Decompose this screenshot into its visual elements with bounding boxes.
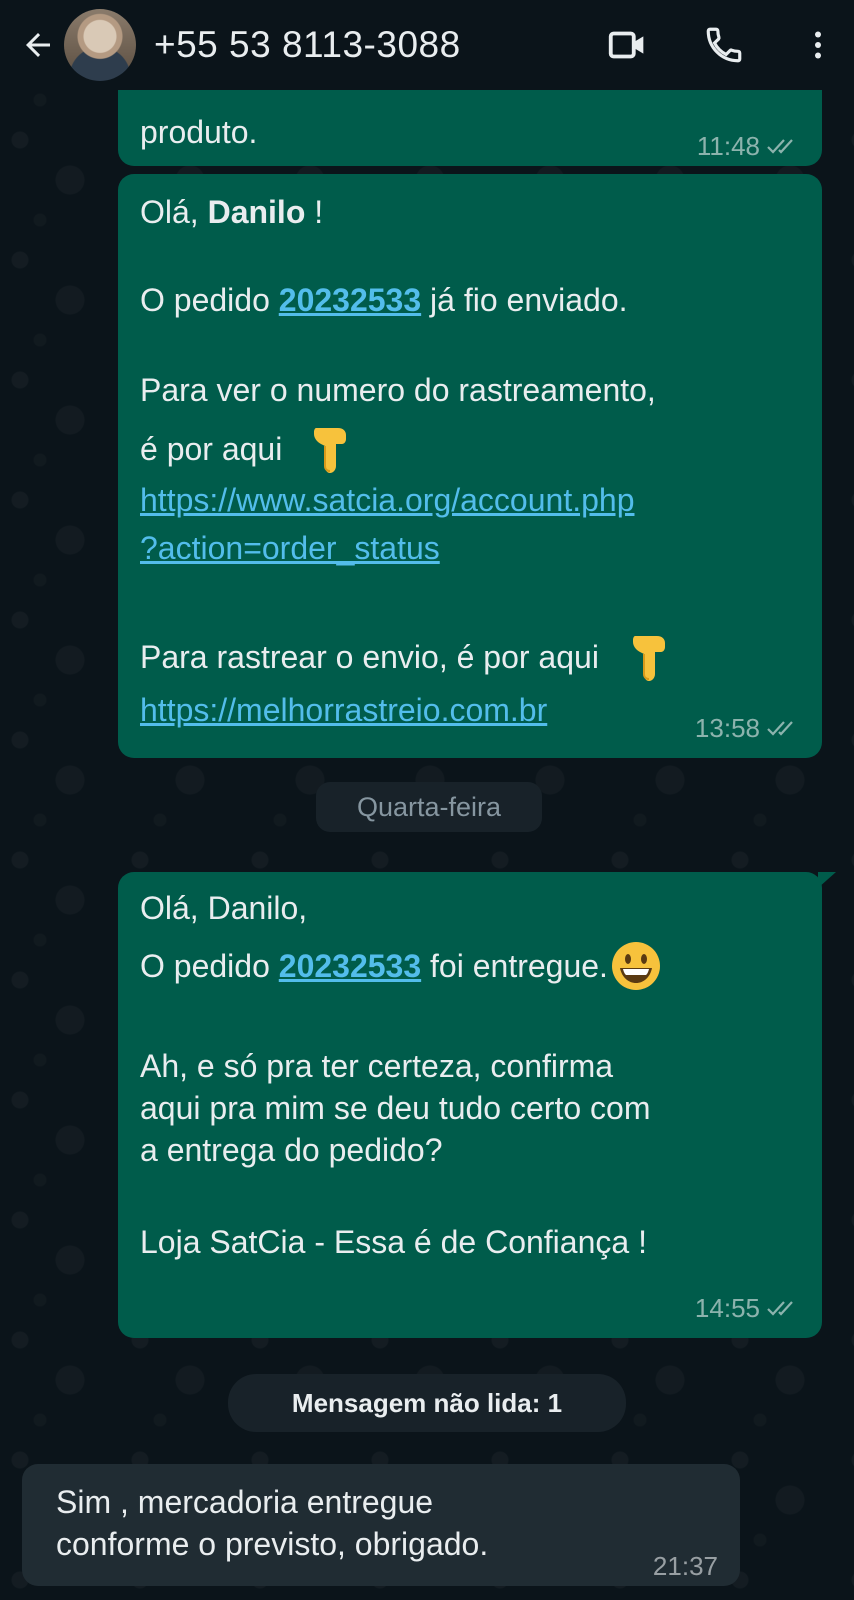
message-time: 21:37 — [652, 1551, 718, 1581]
message-link2[interactable]: https://melhorrastreio.com.br — [140, 690, 547, 730]
message-bubble-incoming[interactable]: Sim , mercadoria entregue conforme o pre… — [22, 1464, 740, 1586]
unread-chip-text: Mensagem não lida: 1 — [291, 1388, 563, 1418]
pointing-down-emoji-icon — [314, 428, 347, 473]
message-bubble-outgoing[interactable]: Olá, Danilo ! O pedido 20232533 já fio e… — [118, 174, 822, 758]
date-chip-text: Quarta-feira — [356, 792, 502, 822]
video-call-icon[interactable] — [600, 17, 656, 73]
header-actions — [600, 0, 854, 90]
tracking-link-part2[interactable]: ?action=order_status — [140, 530, 440, 566]
message-meta: 14:55 — [695, 1288, 800, 1328]
order-prefix: O pedido — [140, 948, 279, 984]
message-confirm-line1: Ah, e só pra ter certeza, confirma — [140, 1048, 614, 1084]
bubble-tail — [818, 872, 836, 888]
message-line1: Sim , mercadoria entregue — [56, 1484, 434, 1520]
message-time: 11:48 — [696, 131, 760, 161]
message-confirm-line2: aqui pra mim se deu tudo certo com — [140, 1090, 651, 1126]
double-check-icon — [767, 721, 793, 736]
message-line1: Olá, Danilo, — [140, 890, 308, 926]
message-tracking-line2: é por aqui — [140, 422, 354, 476]
more-vert-icon[interactable] — [790, 17, 846, 73]
message-greeting: Olá, Danilo ! — [140, 192, 323, 232]
greeting-prefix: Olá, — [140, 194, 208, 230]
message-confirm-line3: a entrega do pedido? — [140, 1132, 443, 1168]
message-line2: conforme o previsto, obrigado. — [56, 1526, 489, 1562]
message-order-line: O pedido 20232533 já fio enviado. — [140, 280, 628, 320]
chat-header: +55 53 8113-3088 — [0, 0, 854, 90]
date-chip: Quarta-feira — [316, 782, 542, 832]
message-time: 13:58 — [694, 713, 760, 743]
message-link1-part2[interactable]: ?action=order_status — [140, 528, 440, 568]
message-meta: 11:48 — [697, 126, 800, 166]
shipping-link[interactable]: https://melhorrastreio.com.br — [140, 692, 547, 728]
message-signature: Loja SatCia - Essa é de Confiança ! — [140, 1224, 647, 1260]
order-number-link[interactable]: 20232533 — [279, 282, 421, 318]
contact-name[interactable]: +55 53 8113-3088 — [154, 24, 461, 66]
phone-icon[interactable] — [696, 17, 752, 73]
message-bubble-outgoing[interactable]: Olá, Danilo, O pedido 20232533 foi entre… — [118, 872, 836, 1338]
greeting-name: Danilo — [207, 194, 306, 230]
message-link1-part1[interactable]: https://www.satcia.org/account.php — [140, 480, 634, 520]
double-check-icon — [767, 1301, 793, 1316]
message-ship-line: Para rastrear o envio, é por aqui — [140, 630, 673, 684]
grinning-face-emoji-icon — [611, 942, 660, 990]
message-order-line: O pedido 20232533 foi entregue. — [140, 940, 662, 992]
order-suffix: foi entregue. — [421, 948, 608, 984]
pointing-down-emoji-icon — [632, 636, 665, 681]
tracking-link-part1[interactable]: https://www.satcia.org/account.php — [140, 482, 634, 518]
greeting-suffix: ! — [305, 194, 324, 230]
message-tracking-line1: Para ver o numero do rastreamento, — [140, 372, 656, 408]
message-text: produto. — [140, 114, 258, 150]
order-prefix: O pedido — [140, 282, 279, 318]
ship-line-text: Para rastrear o envio, é por aqui — [140, 639, 599, 675]
message-meta: 13:58 — [695, 708, 800, 748]
message-time: 14:55 — [694, 1293, 760, 1323]
tracking-line2-text: é por aqui — [140, 431, 283, 467]
double-check-icon — [767, 139, 793, 154]
message-meta: 21:37 — [653, 1546, 718, 1586]
avatar[interactable] — [64, 9, 136, 81]
order-number-link[interactable]: 20232533 — [279, 946, 421, 986]
order-suffix: já fio enviado. — [421, 282, 628, 318]
unread-messages-chip: Mensagem não lida: 1 — [228, 1374, 626, 1432]
back-arrow-icon[interactable] — [14, 21, 62, 69]
